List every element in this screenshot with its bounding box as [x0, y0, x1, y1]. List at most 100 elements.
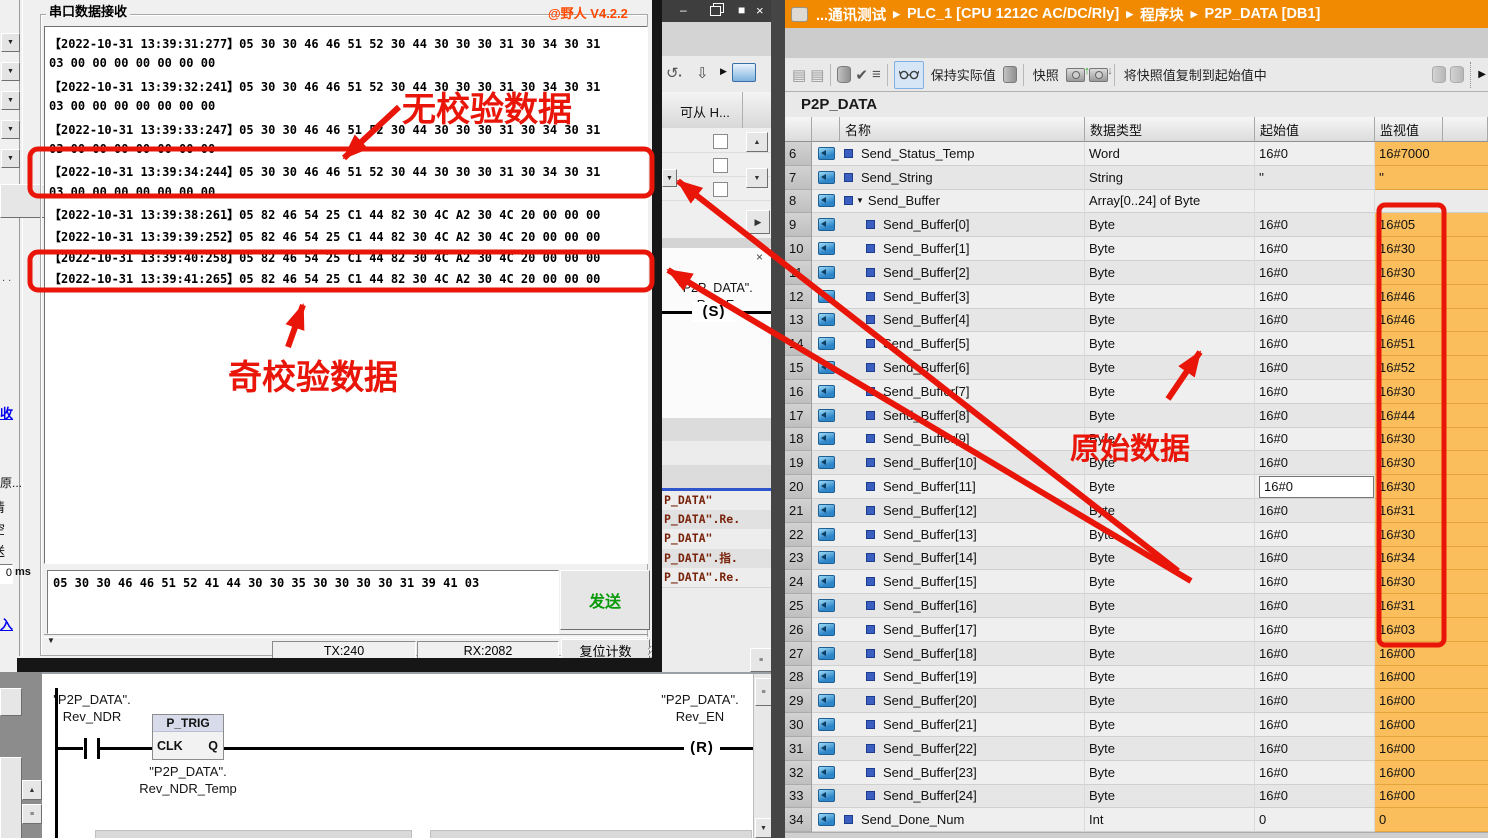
start-value[interactable] [1255, 190, 1375, 214]
variable-name[interactable]: Send_Buffer[16] [840, 594, 1085, 618]
row-number[interactable]: 26 [785, 618, 812, 642]
row-number[interactable]: 28 [785, 666, 812, 690]
variable-name[interactable]: Send_Done_Num [840, 808, 1085, 832]
table-row[interactable]: 30Send_Buffer[21]Byte16#016#00 [785, 713, 1488, 737]
breadcrumb-program-blocks[interactable]: 程序块 [1140, 4, 1184, 25]
data-type[interactable]: Byte [1085, 237, 1255, 261]
row-number[interactable]: 13 [785, 309, 812, 333]
monitor-value[interactable]: 16#05 [1375, 213, 1443, 237]
table-row[interactable]: 33Send_Buffer[24]Byte16#016#00 [785, 785, 1488, 809]
start-value[interactable]: 16#0 [1255, 618, 1375, 642]
data-type[interactable]: Byte [1085, 737, 1255, 761]
start-value[interactable]: 16#0 [1255, 142, 1375, 166]
row-number[interactable]: 27 [785, 642, 812, 666]
card-icon[interactable] [732, 63, 756, 82]
table-row[interactable]: 29Send_Buffer[20]Byte16#016#00 [785, 689, 1488, 713]
row-number[interactable]: 12 [785, 285, 812, 309]
monitor-value[interactable]: 16#30 [1375, 570, 1443, 594]
breadcrumb-datablock[interactable]: P2P_DATA [DB1] [1205, 6, 1321, 22]
snapshot-load-icon[interactable]: ↓ [1089, 68, 1108, 82]
expand-icon[interactable]: ▼ [856, 196, 864, 205]
hmi-checkbox[interactable] [713, 158, 728, 173]
variable-name[interactable]: Send_Buffer[15] [840, 570, 1085, 594]
data-type[interactable]: Byte [1085, 213, 1255, 237]
data-type[interactable]: Byte [1085, 785, 1255, 809]
monitor-value[interactable]: 16#52 [1375, 356, 1443, 380]
table-row[interactable]: 24Send_Buffer[15]Byte16#016#30 [785, 570, 1488, 594]
monitor-value[interactable]: 16#31 [1375, 499, 1443, 523]
data-type[interactable]: Array[0..24] of Byte [1085, 190, 1255, 214]
start-value[interactable]: 16#0 [1255, 713, 1375, 737]
expand-arrow-icon[interactable]: ▶ [720, 66, 727, 77]
table-row[interactable]: 32Send_Buffer[23]Byte16#016#00 [785, 761, 1488, 785]
row-number[interactable]: 15 [785, 356, 812, 380]
row-number[interactable]: 32 [785, 761, 812, 785]
data-type[interactable]: Byte [1085, 570, 1255, 594]
variable-name[interactable]: Send_Buffer[3] [840, 285, 1085, 309]
monitor-all-icon[interactable] [894, 61, 924, 89]
header-icon[interactable] [812, 117, 840, 142]
import-link[interactable]: 入 [0, 614, 13, 633]
start-value[interactable]: 16#0 [1255, 737, 1375, 761]
header-extra[interactable] [1443, 117, 1488, 142]
contact-name[interactable]: Rev_NDR [42, 709, 142, 724]
row-number[interactable]: 25 [785, 594, 812, 618]
load-actual-values-icon[interactable] [1450, 66, 1464, 83]
table-row[interactable]: 9Send_Buffer[0]Byte16#016#05 [785, 213, 1488, 237]
data-type[interactable]: Byte [1085, 594, 1255, 618]
row-number[interactable]: 23 [785, 547, 812, 571]
block-parameter[interactable]: P_DATA".指. [662, 549, 771, 568]
monitor-value[interactable]: 16#00 [1375, 785, 1443, 809]
scroll-down-icon[interactable]: ▼ [755, 818, 771, 838]
keep-actual-values-icon[interactable] [837, 66, 851, 83]
data-type[interactable]: Int [1085, 808, 1255, 832]
block-parameter[interactable]: P_DATA" [662, 529, 771, 548]
scroll-up-icon[interactable]: ▲ [22, 780, 42, 800]
start-value[interactable]: 16#0 [1255, 428, 1375, 452]
contact-bar[interactable] [97, 738, 100, 759]
clk-pin[interactable]: CLK [157, 739, 183, 753]
data-type[interactable]: Byte [1085, 261, 1255, 285]
monitor-value[interactable]: 16#00 [1375, 666, 1443, 690]
data-type[interactable]: Byte [1085, 428, 1255, 452]
monitor-value[interactable]: 16#30 [1375, 475, 1443, 499]
variable-name[interactable]: Send_Buffer[24] [840, 785, 1085, 809]
load-start-values-icon[interactable] [1432, 66, 1446, 83]
table-row[interactable]: 15Send_Buffer[6]Byte16#016#52 [785, 356, 1488, 380]
block-parameter[interactable]: P_DATA".Re. [662, 510, 771, 529]
toolbar-overflow-icon[interactable]: ▶ [1478, 69, 1486, 80]
data-type[interactable]: Byte [1085, 523, 1255, 547]
monitor-value[interactable]: 16#00 [1375, 713, 1443, 737]
monitor-value[interactable]: 16#30 [1375, 380, 1443, 404]
variable-name[interactable]: Send_Buffer[0] [840, 213, 1085, 237]
reset-coil[interactable]: (R) [684, 738, 720, 758]
interval-input[interactable]: 0 [0, 564, 13, 584]
table-row[interactable]: 34Send_Done_NumInt00 [785, 808, 1488, 832]
header-start[interactable]: 起始值 [1255, 117, 1375, 142]
databits-dropdown-icon[interactable]: ▼ [1, 91, 20, 110]
variable-name[interactable]: Send_Buffer[14] [840, 547, 1085, 571]
table-bottom-scrollstrip[interactable] [785, 832, 1488, 838]
breadcrumb-pin-icon[interactable] [791, 7, 808, 22]
data-type[interactable]: Byte [1085, 404, 1255, 428]
breadcrumb-project[interactable]: ...通讯测试 [816, 4, 886, 25]
minimize-icon[interactable]: – [680, 3, 687, 17]
stopbits-dropdown-icon[interactable]: ▼ [1, 149, 20, 168]
header-name[interactable]: 名称 [840, 117, 1085, 142]
set-coil[interactable]: (S) [692, 302, 736, 322]
monitor-value[interactable]: 16#30 [1375, 523, 1443, 547]
table-row[interactable]: 25Send_Buffer[16]Byte16#016#31 [785, 594, 1488, 618]
monitor-value[interactable]: 0 [1375, 808, 1443, 832]
download-icon[interactable]: ⇩ [696, 64, 709, 82]
sync-icon[interactable]: ↺▪ [666, 64, 681, 82]
start-value[interactable]: 16#0 [1255, 642, 1375, 666]
freeze-values-icon[interactable] [1003, 66, 1017, 83]
start-value[interactable]: 16#0 [1255, 666, 1375, 690]
table-row[interactable]: 13Send_Buffer[4]Byte16#016#46 [785, 309, 1488, 333]
row-number[interactable]: 20 [785, 475, 812, 499]
variable-name[interactable]: Send_Status_Temp [840, 142, 1085, 166]
close-pane-icon[interactable]: × [756, 250, 763, 264]
start-value[interactable]: 16#0 [1255, 570, 1375, 594]
start-value[interactable]: 16#0 [1255, 356, 1375, 380]
hmi-column-header[interactable]: 可从 H... [662, 92, 771, 129]
